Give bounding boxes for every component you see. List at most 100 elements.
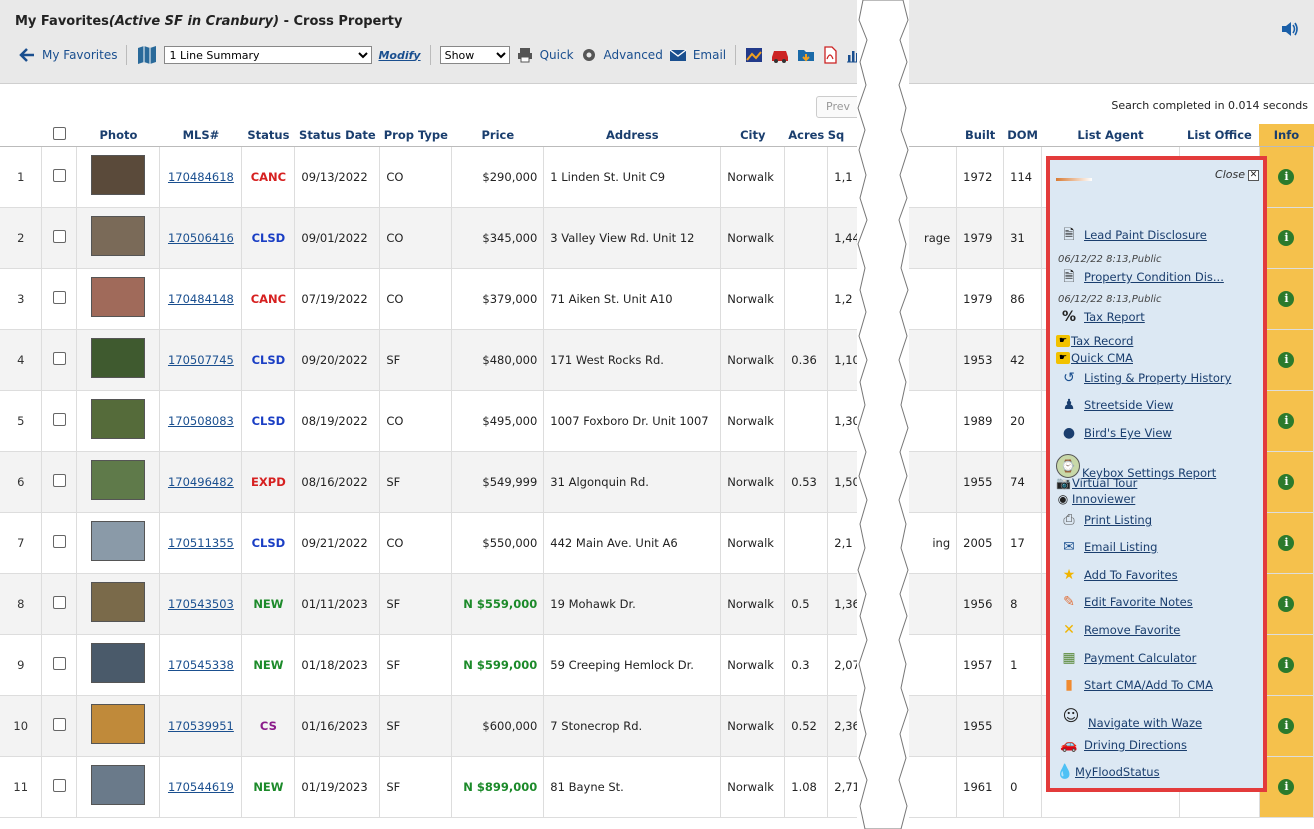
property-photo[interactable]: [91, 460, 146, 500]
menu-payment-calculator[interactable]: ▦ Payment Calculator: [1060, 649, 1196, 667]
info-cell[interactable]: i: [1259, 512, 1314, 574]
mls-cell[interactable]: 170511355: [159, 512, 243, 574]
row-checkbox-cell[interactable]: [41, 451, 78, 513]
menu-email-listing[interactable]: ✉ Email Listing: [1060, 538, 1157, 556]
gear-icon[interactable]: [580, 46, 598, 64]
mls-link[interactable]: 170545338: [168, 658, 234, 672]
header-built[interactable]: Built: [956, 124, 1004, 147]
menu-myfloodstatus[interactable]: 💧 MyFloodStatus: [1056, 763, 1159, 781]
select-all-checkbox[interactable]: [52, 126, 66, 140]
prev-button[interactable]: Prev: [816, 96, 860, 118]
mls-link[interactable]: 170484148: [168, 292, 234, 306]
menu-streetside-view[interactable]: ♟ Streetside View: [1060, 396, 1174, 414]
info-icon[interactable]: i: [1278, 534, 1295, 551]
mls-cell[interactable]: 170544619: [159, 756, 243, 818]
menu-print-listing[interactable]: ⎙ Print Listing: [1060, 511, 1152, 529]
mls-cell[interactable]: 170507745: [159, 329, 243, 391]
row-checkbox-cell[interactable]: [41, 512, 78, 574]
property-photo[interactable]: [91, 582, 146, 622]
info-cell[interactable]: i: [1259, 268, 1314, 330]
show-select[interactable]: Show: [439, 46, 510, 64]
row-checkbox[interactable]: [52, 412, 66, 426]
row-checkbox[interactable]: [52, 473, 66, 487]
row-checkbox[interactable]: [52, 168, 66, 182]
row-checkbox-cell[interactable]: [41, 207, 78, 269]
mls-link[interactable]: 170511355: [168, 536, 234, 550]
mls-link[interactable]: 170484618: [168, 170, 234, 184]
property-photo[interactable]: [91, 216, 146, 256]
menu-start-cma[interactable]: ▮ Start CMA/Add To CMA: [1060, 676, 1213, 694]
header-dom[interactable]: DOM: [1003, 124, 1042, 147]
view-select[interactable]: 1 Line Summary: [164, 46, 373, 64]
property-photo[interactable]: [91, 643, 146, 683]
mls-link[interactable]: 170496482: [168, 475, 234, 489]
quick-search-link[interactable]: Quick: [540, 48, 574, 62]
row-checkbox[interactable]: [52, 290, 66, 304]
property-photo[interactable]: [91, 277, 146, 317]
mls-cell[interactable]: 170543503: [159, 573, 243, 635]
info-icon[interactable]: i: [1278, 656, 1295, 673]
mls-cell[interactable]: 170506416: [159, 207, 243, 269]
header-select-all[interactable]: [41, 124, 77, 147]
info-icon[interactable]: i: [1278, 290, 1295, 307]
header-list-office[interactable]: List Office: [1179, 124, 1260, 147]
car-icon[interactable]: [769, 46, 791, 64]
info-icon[interactable]: i: [1278, 595, 1295, 612]
header-address[interactable]: Address: [543, 124, 721, 147]
row-checkbox-cell[interactable]: [41, 756, 78, 818]
envelope-icon[interactable]: [669, 46, 687, 64]
info-cell[interactable]: i: [1259, 451, 1314, 513]
row-checkbox[interactable]: [52, 229, 66, 243]
photo-cell[interactable]: [76, 207, 161, 269]
photo-cell[interactable]: [76, 329, 161, 391]
mls-cell[interactable]: 170539951: [159, 695, 243, 757]
info-icon[interactable]: i: [1278, 229, 1295, 246]
menu-add-to-favorites[interactable]: ★ Add To Favorites: [1060, 566, 1178, 584]
mls-cell[interactable]: 170484618: [159, 146, 243, 208]
mls-link[interactable]: 170543503: [168, 597, 234, 611]
mls-link[interactable]: 170508083: [168, 414, 234, 428]
info-icon[interactable]: i: [1278, 473, 1295, 490]
property-photo[interactable]: [91, 765, 146, 805]
row-checkbox-cell[interactable]: [41, 634, 78, 696]
mls-link[interactable]: 170507745: [168, 353, 234, 367]
gallery-icon[interactable]: [745, 46, 763, 64]
photo-cell[interactable]: [76, 390, 161, 452]
header-photo[interactable]: Photo: [76, 124, 160, 147]
property-photo[interactable]: [91, 399, 146, 439]
photo-cell[interactable]: [76, 451, 161, 513]
photo-cell[interactable]: [76, 756, 161, 818]
mls-link[interactable]: 170539951: [168, 719, 234, 733]
header-list-agent[interactable]: List Agent: [1041, 124, 1180, 147]
info-icon[interactable]: i: [1278, 717, 1295, 734]
printer-icon[interactable]: [516, 46, 534, 64]
menu-tax-report[interactable]: % Tax Report: [1060, 308, 1145, 326]
row-checkbox[interactable]: [52, 778, 66, 792]
menu-tax-record[interactable]: ☛ Tax Record: [1056, 334, 1133, 348]
property-photo[interactable]: [91, 338, 146, 378]
info-cell[interactable]: i: [1259, 695, 1314, 757]
photo-cell[interactable]: [76, 512, 161, 574]
property-photo[interactable]: [91, 155, 146, 195]
info-cell[interactable]: i: [1259, 207, 1314, 269]
info-icon[interactable]: i: [1278, 778, 1295, 795]
row-checkbox-cell[interactable]: [41, 573, 78, 635]
photo-cell[interactable]: [76, 695, 161, 757]
header-mls[interactable]: MLS#: [159, 124, 242, 147]
mls-cell[interactable]: 170508083: [159, 390, 243, 452]
mls-cell[interactable]: 170496482: [159, 451, 243, 513]
header-price[interactable]: Price: [451, 124, 544, 147]
row-checkbox-cell[interactable]: [41, 329, 78, 391]
mls-link[interactable]: 170544619: [168, 780, 234, 794]
row-checkbox[interactable]: [52, 717, 66, 731]
mls-cell[interactable]: 170484148: [159, 268, 243, 330]
photo-cell[interactable]: [76, 268, 161, 330]
property-photo[interactable]: [91, 704, 146, 744]
photo-cell[interactable]: [76, 146, 161, 208]
menu-birds-eye-view[interactable]: ● Bird's Eye View: [1060, 424, 1172, 442]
info-icon[interactable]: i: [1278, 412, 1295, 429]
info-cell[interactable]: i: [1259, 756, 1314, 818]
close-icon[interactable]: ✕: [1248, 170, 1259, 181]
pdf-icon[interactable]: [821, 46, 839, 64]
header-status-date[interactable]: Status Date: [294, 124, 380, 147]
